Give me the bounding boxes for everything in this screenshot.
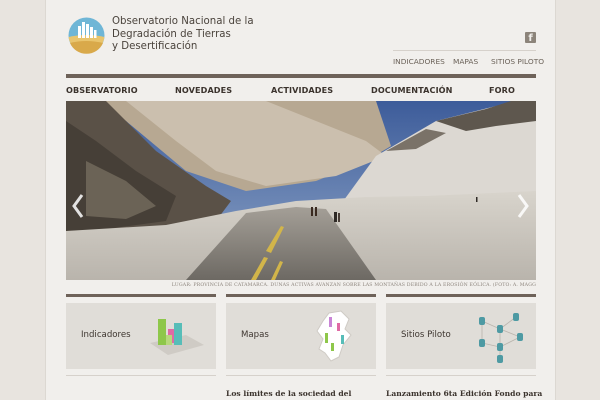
feature-label-mapas: Mapas [241,330,269,340]
feature-bar-sitios-piloto [386,294,536,297]
utility-nav: INDICADORES MAPAS SITIOS PILOTO [393,57,544,69]
network-icon [479,313,523,363]
observatorio-logo-icon[interactable] [68,17,105,54]
news-divider-right [386,375,536,376]
hero-image [66,101,536,280]
site-title-line-3: y Desertificación [112,41,198,53]
main-nav-actividades[interactable]: ACTIVIDADES [271,85,333,95]
utility-nav-indicadores[interactable]: INDICADORES [393,57,445,66]
feature-bar-indicadores [66,294,216,297]
page-container: Observatorio Nacional de la Degradación … [45,0,556,400]
slider-caption: LUGAR: PROVINCIA DE CATAMARCA. DUNAS ACT… [171,283,536,288]
map-icon [316,310,352,362]
news-divider-middle [226,375,376,376]
main-nav: OBSERVATORIO NOVEDADES ACTIVIDADES DOCUM… [66,85,536,97]
main-nav-bar [66,74,536,78]
feature-bar-mapas [226,294,376,297]
chevron-left-icon[interactable] [71,193,85,219]
feature-box-mapas[interactable]: Mapas [226,303,376,369]
main-nav-observatorio[interactable]: OBSERVATORIO [66,85,138,95]
utility-nav-divider [393,50,536,51]
main-nav-novedades[interactable]: NOVEDADES [175,85,232,95]
site-title-line-2: Degradación de Tierras [112,28,231,40]
feature-box-sitios-piloto[interactable]: Sitios Piloto [386,303,536,369]
news-divider-left [66,375,216,376]
feature-box-indicadores[interactable]: Indicadores [66,303,216,369]
news-title-2[interactable]: Lanzamiento 6ta Edición Fondo para [386,389,542,398]
facebook-icon[interactable]: f [525,32,536,43]
feature-label-sitios-piloto: Sitios Piloto [401,330,451,340]
bar-chart-icon [150,319,204,355]
utility-nav-mapas[interactable]: MAPAS [453,57,478,66]
utility-nav-sitios-piloto[interactable]: SITIOS PILOTO [491,57,544,66]
main-nav-foro[interactable]: FORO [489,85,515,95]
hero-slider[interactable] [66,101,536,280]
main-nav-documentacion[interactable]: DOCUMENTACIÓN [371,85,453,95]
feature-label-indicadores: Indicadores [81,330,131,340]
chevron-right-icon[interactable] [516,193,530,219]
site-title-line-1: Observatorio Nacional de la [112,16,254,27]
site-title[interactable]: Observatorio Nacional de la Degradación … [112,16,282,54]
news-title-1[interactable]: Los límites de la sociedad del [226,389,351,398]
